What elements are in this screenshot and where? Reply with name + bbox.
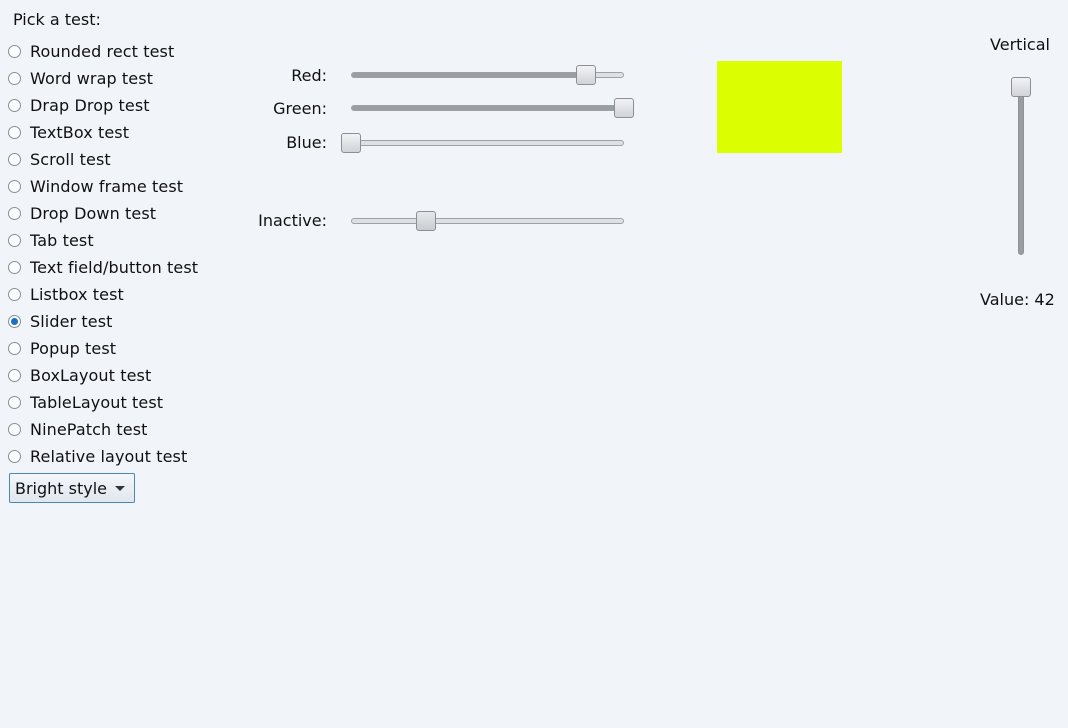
test-radio-option[interactable]: Slider test bbox=[8, 310, 113, 332]
test-radio-label: TextBox test bbox=[30, 122, 130, 142]
radio-unchecked-icon[interactable] bbox=[8, 260, 21, 274]
radio-unchecked-icon[interactable] bbox=[8, 152, 21, 166]
style-dropdown-value: Bright style bbox=[15, 478, 108, 498]
test-radio-label: NinePatch test bbox=[30, 419, 148, 439]
blue-slider-thumb[interactable] bbox=[341, 133, 361, 153]
test-radio-label: TableLayout test bbox=[30, 392, 164, 412]
radio-unchecked-icon[interactable] bbox=[8, 206, 21, 220]
test-radio-option[interactable]: Popup test bbox=[8, 337, 116, 359]
green-slider-label: Green: bbox=[273, 99, 327, 118]
radio-unchecked-icon[interactable] bbox=[8, 368, 21, 382]
test-radio-label: Popup test bbox=[30, 338, 117, 358]
test-radio-option[interactable]: Word wrap test bbox=[8, 67, 153, 89]
red-slider-label: Red: bbox=[291, 66, 327, 85]
test-radio-label: Listbox test bbox=[30, 284, 124, 304]
test-radio-label: Text field/button test bbox=[30, 257, 199, 277]
test-radio-option[interactable]: TextBox test bbox=[8, 121, 129, 143]
radio-unchecked-icon[interactable] bbox=[8, 422, 21, 436]
green-slider-track[interactable] bbox=[351, 105, 624, 111]
test-radio-label: Slider test bbox=[30, 311, 113, 331]
vertical-slider-label: Vertical bbox=[990, 35, 1050, 54]
test-radio-label: Scroll test bbox=[30, 149, 111, 169]
red-slider-fill bbox=[352, 73, 586, 77]
test-radio-option[interactable]: Rounded rect test bbox=[8, 40, 174, 62]
test-radio-label: Drap Drop test bbox=[30, 95, 150, 115]
radio-unchecked-icon[interactable] bbox=[8, 179, 21, 193]
test-radio-option[interactable]: TableLayout test bbox=[8, 391, 163, 413]
inactive-slider-thumb bbox=[416, 211, 437, 231]
test-radio-option[interactable]: Text field/button test bbox=[8, 256, 198, 278]
color-preview-swatch bbox=[717, 61, 842, 153]
test-radio-option[interactable]: Drap Drop test bbox=[8, 94, 150, 116]
green-slider-thumb[interactable] bbox=[614, 98, 634, 118]
test-radio-option[interactable]: BoxLayout test bbox=[8, 364, 151, 386]
test-radio-label: Window frame test bbox=[30, 176, 184, 196]
test-radio-option[interactable]: Window frame test bbox=[8, 175, 183, 197]
radio-unchecked-icon[interactable] bbox=[8, 44, 21, 58]
radio-unchecked-icon[interactable] bbox=[8, 287, 21, 301]
test-radio-label: Tab test bbox=[30, 230, 94, 250]
green-slider-fill bbox=[352, 106, 623, 110]
test-radio-label: Relative layout test bbox=[30, 446, 188, 466]
radio-unchecked-icon[interactable] bbox=[8, 125, 21, 139]
test-radio-label: BoxLayout test bbox=[30, 365, 152, 385]
style-dropdown[interactable]: Bright style bbox=[9, 473, 135, 503]
blue-slider-label: Blue: bbox=[286, 133, 327, 152]
vertical-slider-track[interactable] bbox=[1018, 77, 1024, 255]
test-radio-option[interactable]: Tab test bbox=[8, 229, 94, 251]
inactive-slider-track bbox=[351, 218, 624, 224]
test-radio-label: Drop Down test bbox=[30, 203, 157, 223]
test-radio-option[interactable]: Listbox test bbox=[8, 283, 124, 305]
test-radio-option[interactable]: NinePatch test bbox=[8, 418, 148, 440]
inactive-slider-label: Inactive: bbox=[258, 211, 327, 230]
radio-unchecked-icon[interactable] bbox=[8, 233, 21, 247]
chevron-down-icon bbox=[115, 486, 125, 491]
vertical-slider-thumb[interactable] bbox=[1011, 77, 1031, 97]
radio-unchecked-icon[interactable] bbox=[8, 98, 21, 112]
radio-unchecked-icon[interactable] bbox=[8, 71, 21, 85]
test-radio-label: Word wrap test bbox=[30, 68, 154, 88]
pick-test-label: Pick a test: bbox=[13, 10, 101, 29]
blue-slider-track[interactable] bbox=[351, 140, 624, 146]
radio-unchecked-icon[interactable] bbox=[8, 341, 21, 355]
radio-checked-icon[interactable] bbox=[8, 314, 21, 328]
red-slider-thumb[interactable] bbox=[575, 65, 596, 85]
test-radio-option[interactable]: Scroll test bbox=[8, 148, 111, 170]
test-radio-option[interactable]: Relative layout test bbox=[8, 445, 187, 467]
vertical-slider-value: Value: 42 bbox=[980, 290, 1055, 309]
radio-unchecked-icon[interactable] bbox=[8, 449, 21, 463]
test-radio-option[interactable]: Drop Down test bbox=[8, 202, 156, 224]
radio-unchecked-icon[interactable] bbox=[8, 395, 21, 409]
test-radio-label: Rounded rect test bbox=[30, 41, 175, 61]
